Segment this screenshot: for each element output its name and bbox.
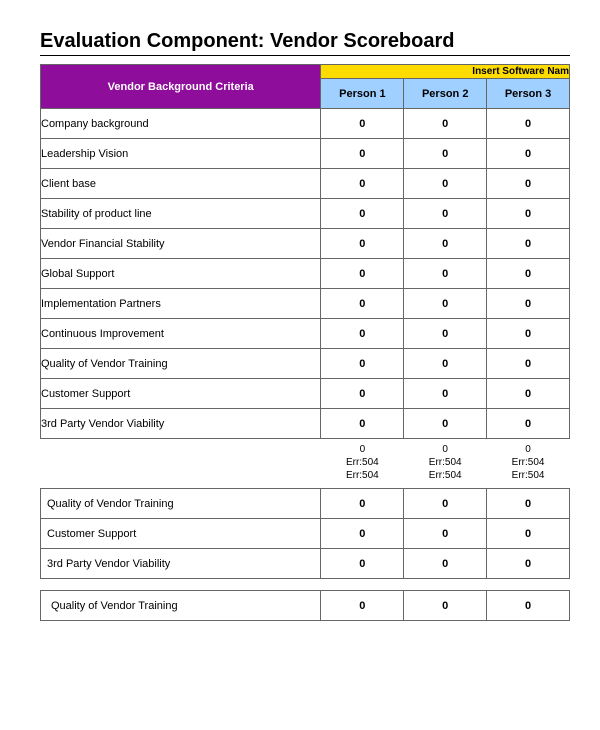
software-name-header: Insert Software Nam bbox=[321, 65, 570, 79]
criteria-label: Company background bbox=[41, 109, 321, 139]
criteria-label: Customer Support bbox=[41, 379, 321, 409]
score-cell: 0 bbox=[404, 259, 487, 289]
table-row: Stability of product line000 bbox=[41, 199, 570, 229]
score-cell: 0 bbox=[321, 169, 404, 199]
score-cell: 0 bbox=[487, 289, 570, 319]
criteria-label: Quality of Vendor Training bbox=[41, 591, 321, 621]
criteria-label: Global Support bbox=[41, 259, 321, 289]
score-cell: 0 bbox=[321, 409, 404, 439]
score-cell: 0 bbox=[487, 139, 570, 169]
score-cell: 0 bbox=[487, 109, 570, 139]
summary-cell: 0Err:504Err:504 bbox=[321, 439, 404, 489]
table-row: Quality of Vendor Training000 bbox=[41, 489, 570, 519]
score-cell: 0 bbox=[321, 349, 404, 379]
summary-row: 0Err:504Err:5040Err:504Err:5040Err:504Er… bbox=[41, 439, 570, 489]
criteria-label: Leadership Vision bbox=[41, 139, 321, 169]
table-row: Continuous Improvement000 bbox=[41, 319, 570, 349]
criteria-label: Customer Support bbox=[41, 519, 321, 549]
score-cell: 0 bbox=[487, 379, 570, 409]
score-cell: 0 bbox=[487, 519, 570, 549]
criteria-header: Vendor Background Criteria bbox=[41, 65, 321, 109]
table-row: Leadership Vision000 bbox=[41, 139, 570, 169]
score-cell: 0 bbox=[404, 109, 487, 139]
score-cell: 0 bbox=[321, 489, 404, 519]
table-row: Company background000 bbox=[41, 109, 570, 139]
score-cell: 0 bbox=[404, 199, 487, 229]
criteria-label: Vendor Financial Stability bbox=[41, 229, 321, 259]
table-row: Customer Support000 bbox=[41, 379, 570, 409]
score-cell: 0 bbox=[404, 549, 487, 579]
score-cell: 0 bbox=[321, 229, 404, 259]
score-cell: 0 bbox=[487, 349, 570, 379]
score-cell: 0 bbox=[321, 289, 404, 319]
score-cell: 0 bbox=[404, 379, 487, 409]
score-cell: 0 bbox=[404, 229, 487, 259]
page-title: Evaluation Component: Vendor Scoreboard bbox=[40, 30, 570, 56]
scoreboard-table: Vendor Background CriteriaInsert Softwar… bbox=[40, 64, 570, 621]
person-header-1: Person 1 bbox=[321, 79, 404, 109]
score-cell: 0 bbox=[321, 519, 404, 549]
score-cell: 0 bbox=[404, 319, 487, 349]
score-cell: 0 bbox=[487, 409, 570, 439]
table-row: 3rd Party Vendor Viability000 bbox=[41, 409, 570, 439]
criteria-label: 3rd Party Vendor Viability bbox=[41, 409, 321, 439]
criteria-label: 3rd Party Vendor Viability bbox=[41, 549, 321, 579]
score-cell: 0 bbox=[404, 489, 487, 519]
score-cell: 0 bbox=[487, 169, 570, 199]
table-row: Global Support000 bbox=[41, 259, 570, 289]
score-cell: 0 bbox=[404, 519, 487, 549]
person-header-2: Person 2 bbox=[404, 79, 487, 109]
score-cell: 0 bbox=[404, 169, 487, 199]
summary-cell: 0Err:504Err:504 bbox=[404, 439, 487, 489]
score-cell: 0 bbox=[321, 379, 404, 409]
table-row: 3rd Party Vendor Viability000 bbox=[41, 549, 570, 579]
table-row: Vendor Financial Stability000 bbox=[41, 229, 570, 259]
table-row: Quality of Vendor Training000 bbox=[41, 349, 570, 379]
score-cell: 0 bbox=[404, 139, 487, 169]
score-cell: 0 bbox=[487, 549, 570, 579]
score-cell: 0 bbox=[321, 319, 404, 349]
score-cell: 0 bbox=[321, 199, 404, 229]
score-cell: 0 bbox=[321, 109, 404, 139]
score-cell: 0 bbox=[487, 259, 570, 289]
score-cell: 0 bbox=[404, 349, 487, 379]
person-header-3: Person 3 bbox=[487, 79, 570, 109]
criteria-label: Continuous Improvement bbox=[41, 319, 321, 349]
score-cell: 0 bbox=[487, 199, 570, 229]
summary-spacer bbox=[41, 439, 321, 489]
score-cell: 0 bbox=[404, 289, 487, 319]
score-cell: 0 bbox=[321, 549, 404, 579]
table-row: Client base000 bbox=[41, 169, 570, 199]
score-cell: 0 bbox=[487, 591, 570, 621]
criteria-label: Client base bbox=[41, 169, 321, 199]
table-row: Customer Support000 bbox=[41, 519, 570, 549]
score-cell: 0 bbox=[487, 489, 570, 519]
score-cell: 0 bbox=[321, 259, 404, 289]
table-row: Implementation Partners000 bbox=[41, 289, 570, 319]
score-cell: 0 bbox=[321, 591, 404, 621]
criteria-label: Quality of Vendor Training bbox=[41, 349, 321, 379]
summary-cell: 0Err:504Err:504 bbox=[487, 439, 570, 489]
criteria-label: Quality of Vendor Training bbox=[41, 489, 321, 519]
table-row: Quality of Vendor Training000 bbox=[41, 591, 570, 621]
score-cell: 0 bbox=[404, 409, 487, 439]
gap-row bbox=[41, 579, 570, 591]
score-cell: 0 bbox=[487, 319, 570, 349]
score-cell: 0 bbox=[487, 229, 570, 259]
score-cell: 0 bbox=[404, 591, 487, 621]
criteria-label: Stability of product line bbox=[41, 199, 321, 229]
criteria-label: Implementation Partners bbox=[41, 289, 321, 319]
score-cell: 0 bbox=[321, 139, 404, 169]
